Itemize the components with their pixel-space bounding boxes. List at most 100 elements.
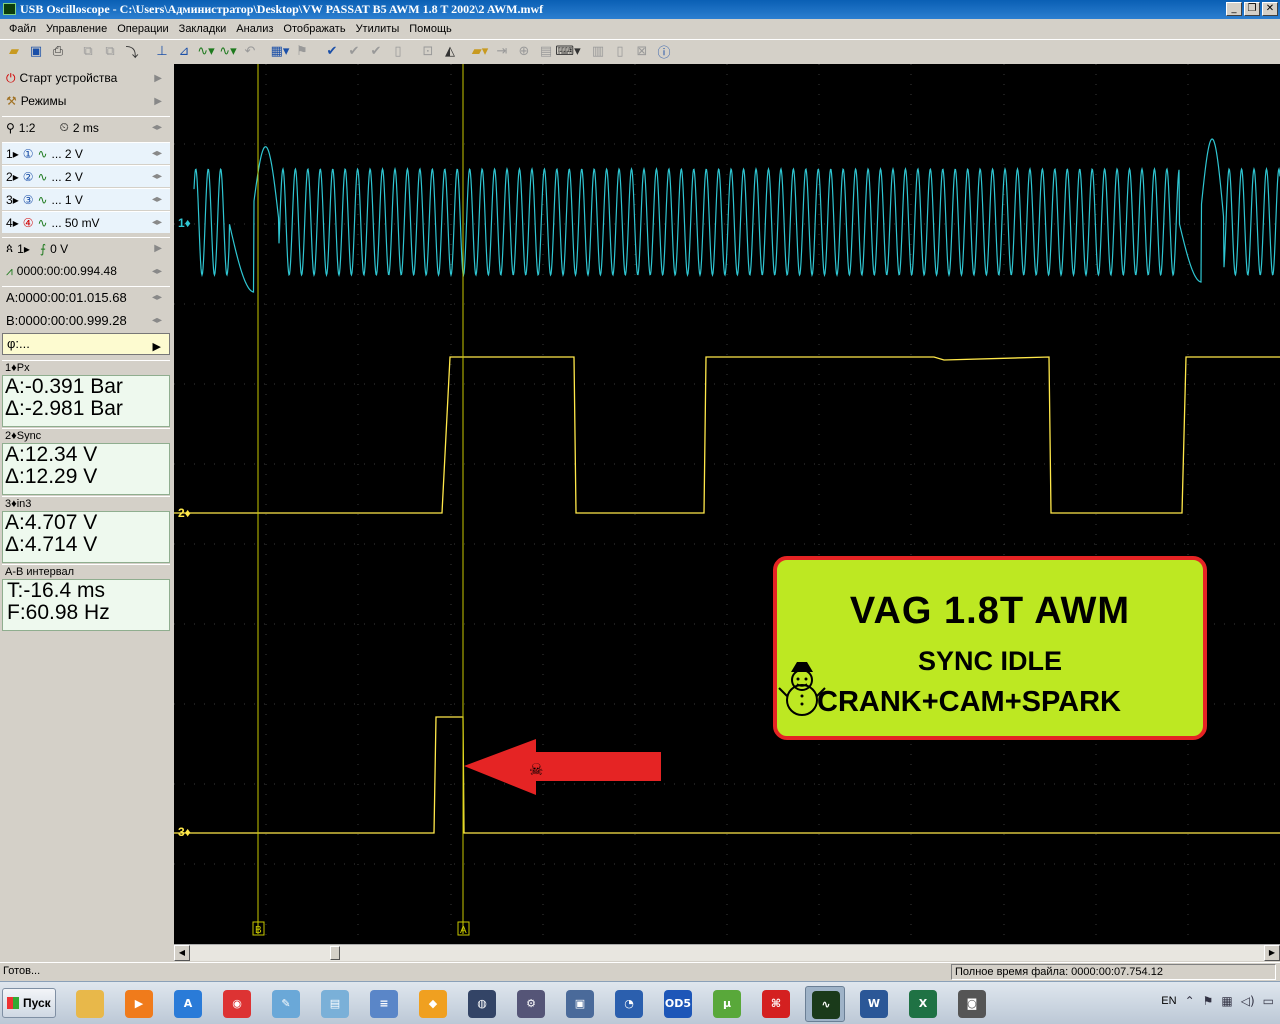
taskbar-notes-button[interactable]: ▤	[315, 986, 355, 1022]
taskbar-paint-button[interactable]: ✎	[266, 986, 306, 1022]
flag-icon[interactable]: ⚑	[1203, 994, 1214, 1008]
spectrum-icon[interactable]: ▥	[588, 42, 608, 62]
folder-dropdown-icon[interactable]: ▰▾	[470, 42, 490, 62]
channel-range[interactable]: ... 2 V	[52, 147, 83, 161]
channel-row-4[interactable]: 4 ▸ ④ ∿ ... 50 mV ◂▸	[2, 211, 170, 233]
adjust-arrows-icon[interactable]: ◂▸	[152, 194, 162, 205]
help-icon[interactable]: ⓘ	[654, 42, 674, 62]
taskbar-od5-button[interactable]: OD5	[658, 986, 698, 1022]
measure-icon[interactable]: ⊿	[174, 42, 194, 62]
channel-row-3[interactable]: 3 ▸ ③ ∿ ... 1 V ◂▸	[2, 188, 170, 210]
taskbar-app-a-button[interactable]: A	[168, 986, 208, 1022]
taskbar-explorer-button[interactable]	[70, 986, 110, 1022]
channel-range[interactable]: ... 2 V	[52, 170, 83, 184]
taskbar-excel-button[interactable]: X	[903, 986, 943, 1022]
zoom-rect-icon[interactable]: ⊡	[418, 42, 438, 62]
taskbar-chrome-button[interactable]: ◉	[217, 986, 257, 1022]
check-up-icon[interactable]: ✔	[366, 42, 386, 62]
check-down-icon[interactable]: ✔	[344, 42, 364, 62]
taskbar-media-button[interactable]: ▶	[119, 986, 159, 1022]
taskbar-camera-button[interactable]: ◙	[952, 986, 992, 1022]
taskbar-oscilloscope-button[interactable]: ∿	[805, 986, 845, 1022]
cursor-icon[interactable]: ⊥	[152, 42, 172, 62]
scroll-thumb[interactable]	[330, 946, 340, 960]
delete-icon[interactable]: ⊠	[632, 42, 652, 62]
page-icon[interactable]: ▯	[388, 42, 408, 62]
undo-icon[interactable]: ↶	[240, 42, 260, 62]
horizontal-scrollbar[interactable]: ◀ ▶	[174, 944, 1280, 961]
channel-row-1[interactable]: 1 ▸ ① ∿ ... 2 V ◂▸	[2, 142, 170, 164]
adjust-arrows-icon[interactable]: ◂▸	[152, 266, 162, 277]
taskbar-globe-button[interactable]: ◍	[462, 986, 502, 1022]
step-icon[interactable]: ⇥	[492, 42, 512, 62]
oscilloscope-display[interactable]: B A ☠ 1♦ 2♦ 3♦ VAG 1.8T AWM SYNC IDLE CRAN…	[174, 64, 1280, 944]
taskbar-pdf-button[interactable]: ⌘	[756, 986, 796, 1022]
restore-button[interactable]: ❐	[1244, 2, 1260, 16]
channel-2-marker[interactable]: 2♦	[178, 506, 191, 520]
taskbar-notepad-button[interactable]: ≡	[364, 986, 404, 1022]
scroll-right-button[interactable]: ▶	[1264, 945, 1280, 961]
shape-icon[interactable]: ◭	[440, 42, 460, 62]
grid-icon[interactable]: ▤	[536, 42, 556, 62]
modes-item[interactable]: ⚒ Режимы ▶	[2, 90, 170, 112]
menu-view[interactable]: Отображать	[278, 23, 350, 35]
adjust-arrows-icon[interactable]: ◂▸	[152, 122, 162, 133]
chart-dropdown-icon[interactable]: ▦▾	[270, 42, 290, 62]
taskbar-skype-like-button[interactable]: ◆	[413, 986, 453, 1022]
menu-operations[interactable]: Операции	[112, 23, 173, 35]
scroll-left-button[interactable]: ◀	[174, 945, 190, 961]
language-indicator[interactable]: EN	[1161, 995, 1176, 1007]
menu-control[interactable]: Управление	[41, 23, 112, 35]
taskbar-word-button[interactable]: W	[854, 986, 894, 1022]
signal2-dropdown-icon[interactable]: ∿▾	[218, 42, 238, 62]
trigger-time-row[interactable]: ⩘ 0000:00:00.994.48 ◂▸	[2, 260, 170, 282]
menu-bookmarks[interactable]: Закладки	[174, 23, 232, 35]
taskbar-utorrent-button[interactable]: µ	[707, 986, 747, 1022]
volume-icon[interactable]: ◁)	[1241, 994, 1255, 1008]
cursor-b-row[interactable]: B:0000:00:00.999.28 ◂▸	[2, 309, 170, 331]
start-device-item[interactable]: ⏻ Старт устройства ▶	[2, 67, 170, 89]
cursor-a-row[interactable]: A:0000:00:01.015.68 ◂▸	[2, 286, 170, 308]
channel-range[interactable]: ... 1 V	[52, 193, 83, 207]
minimize-button[interactable]: _	[1226, 2, 1242, 16]
channel-row-2[interactable]: 2 ▸ ② ∿ ... 2 V ◂▸	[2, 165, 170, 187]
adjust-arrows-icon[interactable]: ◂▸	[152, 292, 162, 303]
menu-help[interactable]: Помощь	[404, 23, 457, 35]
timebase-value[interactable]: 2 ms	[73, 121, 99, 135]
tray-expand-icon[interactable]: ⌃	[1185, 994, 1195, 1008]
adjust-arrows-icon[interactable]: ◂▸	[152, 148, 162, 159]
probe-icon[interactable]: ⤵	[122, 42, 142, 62]
menu-file[interactable]: Файл	[4, 23, 41, 35]
channel-1-marker[interactable]: 1♦	[178, 216, 191, 230]
filter-icon[interactable]: ⚑	[292, 42, 312, 62]
channel-range[interactable]: ... 50 mV	[52, 216, 100, 230]
trigger-channel[interactable]: 1	[17, 242, 24, 256]
network-icon[interactable]: ▦	[1221, 994, 1232, 1008]
power-tray-icon[interactable]: ▭	[1263, 994, 1274, 1008]
adjust-arrows-icon[interactable]: ◂▸	[152, 315, 162, 326]
open-file-icon[interactable]: ▰	[4, 42, 24, 62]
taskbar-pie-button[interactable]: ◔	[609, 986, 649, 1022]
menu-analysis[interactable]: Анализ	[231, 23, 278, 35]
taskbar-tools-button[interactable]: ⚙	[511, 986, 551, 1022]
save-icon[interactable]: ▣	[26, 42, 46, 62]
adjust-arrows-icon[interactable]: ◂▸	[152, 171, 162, 182]
adjust-arrows-icon[interactable]: ◂▸	[152, 217, 162, 228]
zoom-timebase-row[interactable]: ⚲ 1:2 ⏲ 2 ms ◂▸	[2, 116, 170, 138]
close-button[interactable]: ✕	[1262, 2, 1278, 16]
start-button[interactable]: Пуск	[2, 988, 56, 1018]
paste-icon[interactable]: ⧉	[100, 42, 120, 62]
menu-utilities[interactable]: Утилиты	[351, 23, 405, 35]
check-icon[interactable]: ✔	[322, 42, 342, 62]
print-icon[interactable]: ⎙	[48, 42, 68, 62]
phase-row[interactable]: φ:... ▶	[2, 333, 170, 355]
copy-icon[interactable]: ⧉	[78, 42, 98, 62]
zoom-value[interactable]: 1:2	[19, 121, 36, 135]
keyboard-dropdown-icon[interactable]: ⌨▾	[555, 42, 580, 62]
channel-math-icon[interactable]: ⊕	[514, 42, 534, 62]
channel-3-marker[interactable]: 3♦	[178, 825, 191, 839]
trigger-row[interactable]: ጰ 1 ▸ ⨍ 0 V ▶	[2, 237, 170, 259]
waveform-canvas[interactable]: B A ☠	[174, 64, 1280, 944]
trigger-level[interactable]: 0 V	[50, 242, 68, 256]
taskbar-devices-button[interactable]: ▣	[560, 986, 600, 1022]
